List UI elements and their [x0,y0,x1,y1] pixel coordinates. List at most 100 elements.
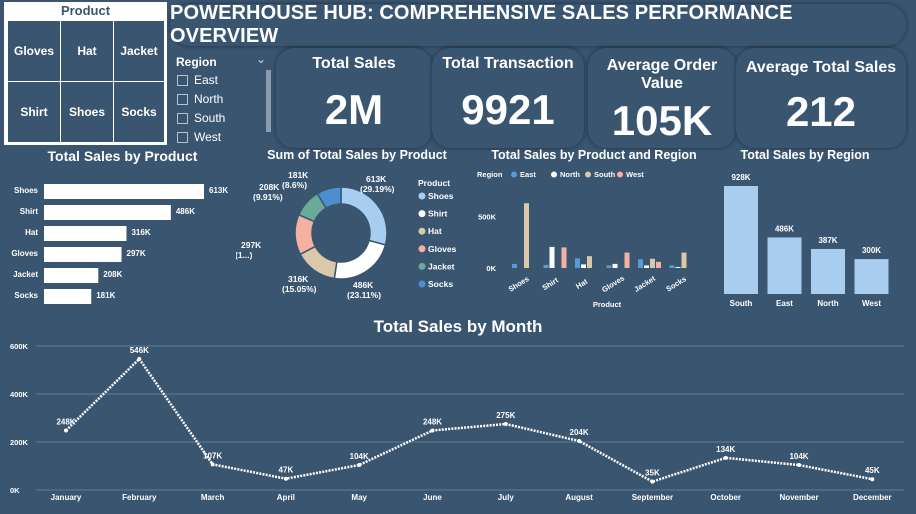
category-label-shoes: Shoes [507,274,531,294]
point-december [870,477,875,482]
kpi-average-total-sales: Average Total Sales 212 [736,48,906,148]
kpi-label: Average Total Sales [745,59,897,76]
region-slicer-title: Region [176,55,217,69]
bar-shoes [44,184,204,199]
region-option-north[interactable]: North [177,91,223,107]
region-scrollbar[interactable] [266,70,271,132]
value-label-jacket: 208K [259,182,280,192]
point-august [577,439,582,444]
x-tick-label-april: April [277,493,295,502]
data-label-hat: 316K [131,228,150,237]
checkbox[interactable] [177,112,188,124]
bar-hat-south [587,256,592,268]
legend-entry-south: South [594,170,616,179]
chart-title-sum-by-product: Sum of Total Sales by Product [267,148,447,162]
category-label-shoes: Shoes [14,186,39,195]
series-line [65,357,873,483]
legend-marker-west [617,171,623,178]
bar-gloves-east [606,265,612,268]
kpi-value: 9921 [461,86,555,133]
pct-label-shoes: (29.19%) [360,184,395,194]
x-axis-label: Product [593,300,622,309]
product-slicer-title: Product [60,3,111,18]
value-label-gloves: 297K [241,240,262,250]
region-option-south[interactable]: South [177,110,225,126]
bar-shirt [44,205,171,220]
bar-south [724,186,758,294]
data-label-january: 248K [56,417,75,426]
bar-jacket-south [650,258,655,268]
bar-shoes-east [512,263,517,268]
category-label-gloves: Gloves [600,273,626,294]
legend-entry-jacket: Jacket [428,261,455,271]
data-label-may: 104K [350,452,369,461]
x-tick-label-june: June [423,493,442,502]
legend-entry-north: North [560,170,580,179]
chart-donut-sales-by-product: 613K(29.19%) 486K(23.11%) 316K(15.05%) 297K… [236,170,457,300]
kpi-value: 212 [785,88,857,135]
checkbox[interactable] [177,93,188,105]
x-tick-label-july: July [498,493,515,502]
data-label-shirt: 486K [176,207,195,216]
legend-title: Region [477,170,503,179]
data-label-shoes: 613K [209,186,228,195]
category-label-jacket: Jacket [632,274,657,294]
pct-label-jacket: (9.91%) [253,192,283,202]
pct-label-gloves: (1...) [236,250,253,260]
y-tick-label: 500K [478,213,497,222]
point-march [210,462,215,467]
legend-title: Product [418,178,450,188]
product-tile-socks[interactable]: Socks [114,82,164,142]
chevron-down-icon[interactable]: ⌄ [256,52,266,66]
category-label-socks: Socks [664,274,688,293]
product-tile-shirt[interactable]: Shirt [8,82,60,142]
point-february [137,356,142,361]
page-title: POWERHOUSE HUB: COMPREHENSIVE SALES PERF… [170,2,793,47]
slice-shirt [333,239,387,280]
bar-jacket-north [644,265,649,268]
data-label-december: 45K [865,466,880,475]
legend-marker-shoes [418,192,426,200]
kpi-total-sales: Total Sales 2M [276,48,432,148]
region-option-east[interactable]: East [177,72,218,88]
x-tick-label-january: January [51,493,82,502]
chart-sales-by-product: Shoes 613K Shirt 486K Hat 316K Gloves 297K Jacke… [11,184,228,304]
data-label-east: 486K [775,224,794,233]
checkbox[interactable] [177,74,188,86]
category-label-north: North [817,299,838,308]
bar-hat [44,226,127,241]
point-november [797,463,801,468]
point-june [430,428,435,433]
x-tick-label-march: March [201,493,225,502]
legend-marker-jacket [418,262,426,270]
category-label-shirt: Shirt [541,275,561,292]
product-tile-hat[interactable]: Hat [61,21,113,81]
data-label-socks: 181K [96,291,115,300]
legend-marker-north [551,171,557,178]
checkbox[interactable] [177,131,188,143]
x-tick-label-february: February [122,493,157,502]
bar-gloves-north [612,263,618,268]
kpi-value: 2M [324,86,384,133]
x-tick-label-may: May [351,493,367,502]
data-label-april: 47K [279,466,294,475]
bar-west [854,259,889,294]
y-tick-label: 200K [10,438,29,447]
value-label-shoes: 613K [366,174,387,184]
bar-socks-east [669,265,675,268]
category-label-socks: Socks [14,291,38,300]
category-label-gloves: Gloves [11,249,38,258]
data-label-north: 387K [818,236,837,245]
region-option-west[interactable]: West [177,129,221,145]
data-label-south: 928K [731,173,750,182]
product-tile-shoes[interactable]: Shoes [61,82,113,142]
legend-entry-hat: Hat [428,226,442,236]
region-option-label: South [194,111,226,125]
product-tile-gloves[interactable]: Gloves [8,21,60,81]
bar-shoes-south [524,203,529,268]
data-label-jacket: 208K [103,270,122,279]
bar-shirt-east [543,264,549,268]
point-january [64,428,68,433]
category-label-west: West [862,299,881,308]
product-tile-jacket[interactable]: Jacket [114,21,164,81]
